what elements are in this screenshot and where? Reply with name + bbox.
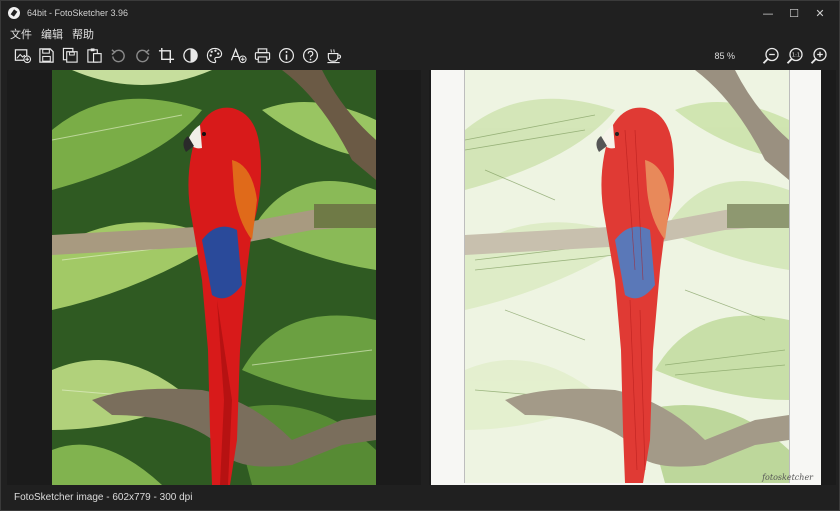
- zoom-actual-button[interactable]: 1:1: [785, 46, 805, 66]
- title-bar[interactable]: 64bit - FotoSketcher 3.96 — ☐ ✕: [1, 1, 839, 25]
- zoom-controls: 85 % 1:1: [714, 46, 829, 66]
- crop-icon: [158, 47, 174, 63]
- menu-bar: 文件 编辑 帮助: [9, 26, 95, 42]
- save-as-icon: [62, 47, 78, 63]
- add-text-icon: [230, 47, 247, 63]
- menu-file[interactable]: 文件: [9, 26, 33, 42]
- redo-icon: [135, 48, 150, 62]
- undo-button[interactable]: [108, 45, 128, 65]
- printer-icon: [254, 47, 270, 63]
- contrast-button[interactable]: [180, 45, 200, 65]
- status-text: FotoSketcher image - 602x779 - 300 dpi: [14, 492, 193, 503]
- close-button[interactable]: ✕: [807, 1, 833, 25]
- info-icon: [278, 47, 294, 63]
- window-title: 64bit - FotoSketcher 3.96: [27, 8, 129, 18]
- original-image-pane[interactable]: [7, 70, 421, 485]
- coffee-cup-icon: [326, 48, 341, 63]
- status-bar: FotoSketcher image - 602x779 - 300 dpi: [1, 485, 839, 510]
- clipboard-icon: [86, 47, 102, 63]
- zoom-out-button[interactable]: [761, 46, 781, 66]
- save-button[interactable]: [36, 45, 56, 65]
- paper-background: fotosketcher: [431, 70, 821, 485]
- app-window: 64bit - FotoSketcher 3.96 — ☐ ✕ 文件 编辑 帮助: [0, 0, 840, 511]
- redo-button[interactable]: [132, 45, 152, 65]
- save-as-button[interactable]: [60, 45, 80, 65]
- parrot-photo-illustration: [52, 70, 376, 485]
- menu-edit[interactable]: 编辑: [40, 26, 64, 42]
- zoom-in-button[interactable]: [809, 46, 829, 66]
- paste-button[interactable]: [84, 45, 104, 65]
- minimize-button[interactable]: —: [755, 1, 781, 25]
- palette-icon: [206, 47, 222, 63]
- add-text-button[interactable]: [228, 45, 248, 65]
- contrast-icon: [182, 47, 198, 63]
- info-button[interactable]: [276, 45, 296, 65]
- toolbar: [12, 45, 344, 65]
- sketch-image-pane[interactable]: fotosketcher: [429, 70, 836, 485]
- zoom-in-icon: [810, 47, 827, 64]
- parrot-sketch-illustration: [465, 70, 789, 483]
- palette-button[interactable]: [204, 45, 224, 65]
- crop-button[interactable]: [156, 45, 176, 65]
- zoom-out-icon: [762, 47, 779, 64]
- menu-help[interactable]: 帮助: [71, 26, 95, 42]
- zoom-actual-label: 1:1: [792, 53, 800, 59]
- undo-icon: [110, 48, 125, 62]
- open-image-icon: [14, 48, 31, 63]
- coffee-button[interactable]: [324, 45, 344, 65]
- print-button[interactable]: [252, 45, 272, 65]
- help-button[interactable]: [300, 45, 320, 65]
- zoom-level: 85 %: [714, 51, 735, 61]
- sketch-result: [464, 70, 790, 483]
- app-logo-icon: [8, 7, 20, 19]
- sketch-signature: fotosketcher: [762, 473, 813, 482]
- original-photo: [52, 70, 376, 485]
- window-controls: — ☐ ✕: [755, 1, 833, 25]
- open-image-button[interactable]: [12, 45, 32, 65]
- help-icon: [302, 47, 318, 63]
- save-icon: [38, 47, 54, 63]
- zoom-actual-icon: 1:1: [786, 47, 803, 64]
- maximize-button[interactable]: ☐: [781, 1, 807, 25]
